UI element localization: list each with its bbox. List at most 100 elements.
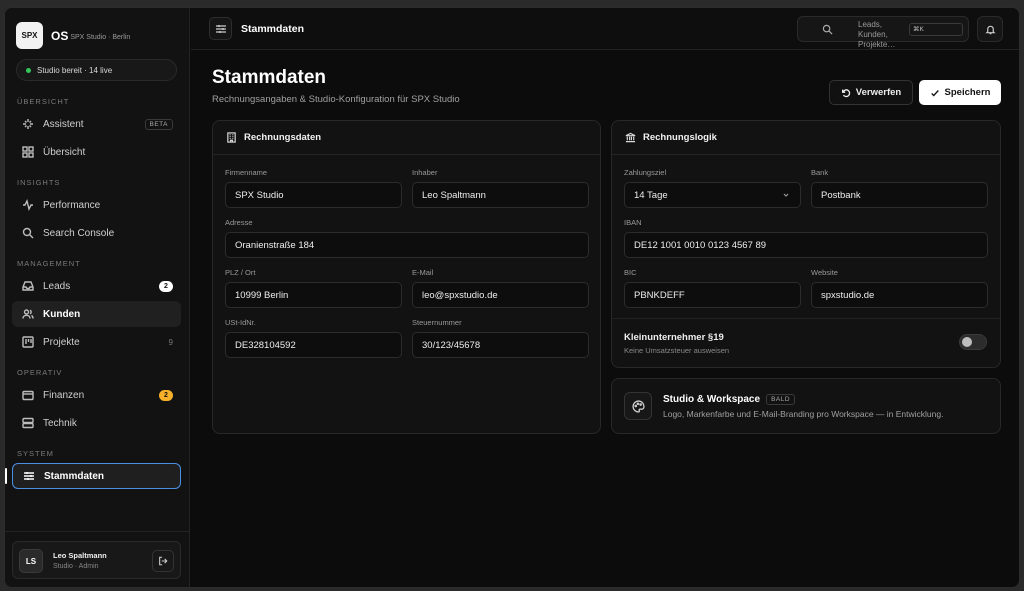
- workspace-title: Studio & Workspace BALD: [663, 394, 796, 405]
- sidebar-item-assistent[interactable]: Assistent BETA: [12, 111, 181, 137]
- bank-field[interactable]: Postbank: [811, 182, 988, 208]
- status-text: Studio bereit · 14 live: [37, 65, 113, 75]
- steuernummer-label: Steuernummer: [412, 318, 462, 327]
- sliders-icon: [22, 469, 36, 483]
- app-window: SPX OS SPX Studio · Berlin Studio bereit…: [4, 7, 1020, 588]
- website-label: Website: [811, 268, 838, 277]
- sidebar-item-search-console[interactable]: Search Console: [12, 220, 181, 246]
- building-icon: [227, 132, 236, 143]
- sparkle-icon: [21, 117, 35, 131]
- chevron-down-icon: [783, 193, 789, 197]
- users-icon: [21, 307, 35, 321]
- zahlungsziel-value: 14 Tage: [634, 189, 668, 201]
- bic-label: BIC: [624, 268, 637, 277]
- sidebar-item-performance[interactable]: Performance: [12, 192, 181, 218]
- sidebar-item-label: Assistent: [43, 118, 84, 130]
- page-subtitle: Rechnungsangaben & Studio-Konfiguration …: [212, 94, 460, 105]
- workspace-title-text: Studio & Workspace: [663, 394, 761, 405]
- sidebar-item-label: Stammdaten: [44, 470, 105, 482]
- sidebar-item-technik[interactable]: Technik: [12, 410, 181, 436]
- toggle-knob: [962, 337, 972, 347]
- projekte-count: 9: [168, 337, 173, 347]
- soon-badge: BALD: [766, 394, 796, 405]
- bell-icon: [984, 25, 996, 34]
- website-field[interactable]: spxstudio.de: [811, 282, 988, 308]
- inhaber-field[interactable]: Leo Spaltmann: [412, 182, 589, 208]
- sidebar-toggle-button[interactable]: [209, 17, 232, 40]
- discard-label: Verwerfen: [855, 87, 902, 98]
- search-placeholder: Leads, Kunden, Projekte…: [858, 20, 896, 49]
- brand-logo: SPX: [16, 22, 43, 49]
- sidebar-divider: [5, 531, 189, 532]
- beta-badge: BETA: [144, 118, 173, 130]
- sidebar-item-label: Search Console: [43, 227, 115, 239]
- kanban-icon: [21, 335, 35, 349]
- search-icon: [822, 24, 833, 35]
- plz-ort-label: PLZ / Ort: [225, 268, 256, 277]
- shortcut-hint: ⌘K: [909, 23, 963, 36]
- adresse-field[interactable]: Oranienstraße 184: [225, 232, 589, 258]
- ustid-label: USt-IdNr.: [225, 318, 256, 327]
- adresse-label: Adresse: [225, 218, 253, 227]
- email-label: E-Mail: [412, 268, 434, 277]
- grid-icon: [21, 145, 35, 159]
- logic-card: Rechnungslogik Zahlungsziel 14 Tage Bank…: [611, 120, 1001, 368]
- brand[interactable]: SPX OS SPX Studio · Berlin: [16, 22, 130, 49]
- sidebar-item-uebersicht[interactable]: Übersicht: [12, 139, 181, 165]
- bic-field[interactable]: PBNKDEFF: [624, 282, 801, 308]
- bank-label: Bank: [811, 168, 829, 177]
- section-label-uebersicht: Übersicht: [17, 97, 70, 106]
- logic-card-header: Rechnungslogik: [612, 121, 1000, 155]
- bank-icon: [625, 132, 636, 143]
- sidebar: SPX OS SPX Studio · Berlin Studio bereit…: [5, 8, 190, 587]
- zahlungsziel-label: Zahlungsziel: [624, 168, 667, 177]
- brand-subtitle: SPX Studio · Berlin: [70, 33, 131, 41]
- save-button[interactable]: Speichern: [919, 80, 1001, 105]
- firmenname-field[interactable]: SPX Studio: [225, 182, 402, 208]
- ustid-field[interactable]: DE328104592: [225, 332, 402, 358]
- sidebar-item-label: Technik: [43, 417, 77, 429]
- logout-button[interactable]: [152, 550, 174, 572]
- sliders-icon: [215, 24, 226, 33]
- status-pill[interactable]: Studio bereit · 14 live: [16, 59, 177, 81]
- user-card[interactable]: LS Leo Spaltmann Studio · Admin: [12, 541, 181, 579]
- sidebar-item-label: Leads: [43, 280, 71, 292]
- sidebar-item-leads[interactable]: Leads 2: [12, 273, 181, 299]
- billing-card: Rechnungsdaten Firmenname SPX Studio Inh…: [212, 120, 601, 434]
- firmenname-label: Firmenname: [225, 168, 268, 177]
- section-label-management: Management: [17, 259, 81, 268]
- plz-ort-field[interactable]: 10999 Berlin: [225, 282, 402, 308]
- sidebar-item-stammdaten[interactable]: Stammdaten: [12, 463, 181, 489]
- sidebar-item-kunden[interactable]: Kunden: [12, 301, 181, 327]
- logic-card-title: Rechnungslogik: [643, 132, 717, 143]
- discard-button[interactable]: Verwerfen: [829, 80, 913, 105]
- email-field[interactable]: leo@spxstudio.de: [412, 282, 589, 308]
- search-input[interactable]: Leads, Kunden, Projekte… ⌘K: [797, 16, 969, 49]
- search-icon: [21, 226, 35, 240]
- kleinunternehmer-toggle[interactable]: [959, 334, 987, 350]
- iban-field[interactable]: DE12 1001 0010 0123 4567 89: [624, 232, 988, 258]
- steuernummer-field[interactable]: 30/123/45678: [412, 332, 589, 358]
- page-title: Stammdaten: [212, 67, 327, 88]
- notifications-button[interactable]: [977, 16, 1003, 42]
- sidebar-item-label: Projekte: [43, 336, 80, 348]
- check-icon: [930, 89, 939, 96]
- palette-icon: [624, 392, 652, 420]
- leads-count-badge: 2: [159, 280, 173, 292]
- workspace-description: Logo, Markenfarbe und E-Mail-Branding pr…: [663, 409, 944, 419]
- sidebar-item-finanzen[interactable]: Finanzen 2: [12, 382, 181, 408]
- sidebar-item-projekte[interactable]: Projekte 9: [12, 329, 181, 355]
- undo-icon: [841, 88, 850, 97]
- brand-name: OS: [51, 28, 69, 43]
- logout-icon: [159, 556, 168, 566]
- topbar: Stammdaten Leads, Kunden, Projekte… ⌘K: [191, 8, 1019, 50]
- section-label-system: System: [17, 449, 54, 458]
- activity-icon: [21, 198, 35, 212]
- kleinunternehmer-title: Kleinunternehmer §19: [624, 332, 724, 343]
- inhaber-label: Inhaber: [412, 168, 438, 177]
- user-name: Leo Spaltmann: [53, 551, 107, 560]
- workspace-card: Studio & Workspace BALD Logo, Markenfarbe…: [611, 378, 1001, 434]
- iban-label: IBAN: [624, 218, 642, 227]
- topbar-title: Stammdaten: [241, 23, 305, 35]
- zahlungsziel-select[interactable]: 14 Tage: [624, 182, 801, 208]
